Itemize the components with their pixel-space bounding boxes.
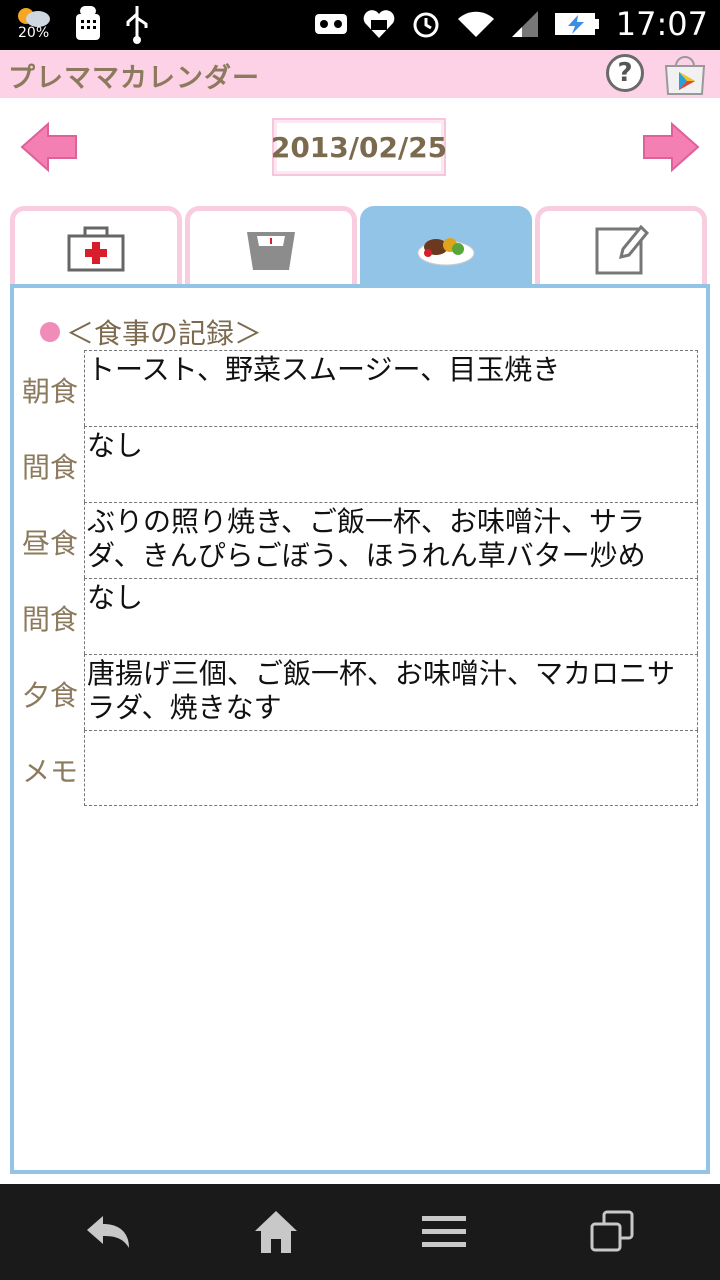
meal-field[interactable]: 唐揚げ三個、ご飯一杯、お味噌汁、マカロニサラダ、焼きなす [84, 654, 698, 730]
food-plate-icon [417, 237, 475, 265]
back-button[interactable] [78, 1206, 138, 1258]
meal-field-text: なし [87, 429, 144, 462]
meal-row-snack-morning: 間食 なし [22, 426, 700, 502]
meal-field[interactable]: トースト、野菜スムージー、目玉焼き [84, 350, 698, 426]
meal-row-lunch: 昼食 ぶりの照り焼き、ご飯一杯、お味噌汁、サラダ、きんぴらごぼう、ほうれん草バタ… [22, 502, 700, 578]
status-clock: 17:07 [615, 5, 708, 43]
wifi-icon [457, 11, 494, 37]
tab-weight[interactable] [185, 206, 357, 286]
home-button[interactable] [246, 1206, 306, 1258]
meal-field[interactable]: なし [84, 426, 698, 502]
row-label: 間食 [22, 603, 79, 636]
row-label: 間食 [22, 451, 79, 484]
previous-day-button[interactable] [20, 120, 80, 174]
status-bar: 20% 17:07 [0, 0, 720, 50]
battery-charging-icon [554, 13, 599, 35]
section-header: ＜食事の記録＞ [40, 312, 262, 352]
meal-field-text: 唐揚げ三個、ご飯一杯、お味噌汁、マカロニサラダ、焼きなす [87, 657, 676, 724]
signal-icon [511, 11, 538, 37]
row-label: 昼食 [22, 527, 79, 560]
tab-memo[interactable] [535, 206, 707, 286]
home-icon [255, 1211, 297, 1253]
help-label: ? [617, 58, 633, 88]
battery-percent: 20% [18, 25, 50, 41]
memo-field[interactable] [84, 730, 698, 806]
row-label: 朝食 [22, 375, 79, 408]
meal-field-text: なし [87, 581, 144, 614]
app-title-bar: プレママカレンダー ? [0, 50, 720, 98]
menu-icon [422, 1216, 466, 1247]
current-date: 2013/02/25 [270, 130, 448, 164]
meal-field[interactable]: なし [84, 578, 698, 654]
app-title: プレママカレンダー [8, 63, 260, 94]
play-store-icon[interactable] [662, 54, 708, 96]
meal-field[interactable]: ぶりの照り焼き、ご飯一杯、お味噌汁、サラダ、きんぴらごぼう、ほうれん草バター炒め [84, 502, 698, 578]
recent-apps-icon [590, 1210, 634, 1252]
meal-row-dinner: 夕食 唐揚げ三個、ご飯一杯、お味噌汁、マカロニサラダ、焼きなす [22, 654, 700, 730]
scale-icon [247, 231, 295, 270]
meal-row-snack-afternoon: 間食 なし [22, 578, 700, 654]
tab-health[interactable] [10, 206, 182, 286]
bullet-dot-icon [40, 322, 60, 342]
meal-row-breakfast: 朝食 トースト、野菜スムージー、目玉焼き [22, 350, 700, 426]
meal-record-panel: ＜食事の記録＞ 朝食 トースト、野菜スムージー、目玉焼き 間食 なし 昼食 ぶり… [10, 284, 710, 1174]
first-aid-icon [67, 226, 125, 271]
usb-icon [126, 6, 148, 44]
android-debug-icon [76, 6, 100, 40]
section-title: ＜食事の記録＞ [66, 317, 263, 350]
back-icon [87, 1216, 129, 1248]
alarm-icon [413, 12, 439, 38]
date-display[interactable]: 2013/02/25 [270, 118, 448, 176]
row-label: 夕食 [22, 679, 79, 712]
heart-mail-icon [363, 10, 395, 39]
meal-field-text: トースト、野菜スムージー、目玉焼き [87, 353, 561, 386]
system-nav-bar [0, 1184, 720, 1280]
next-day-button[interactable] [640, 120, 700, 174]
recent-apps-button[interactable] [582, 1206, 642, 1258]
menu-button[interactable] [414, 1206, 474, 1258]
tab-meal[interactable] [360, 206, 532, 286]
help-button[interactable]: ? [606, 54, 644, 92]
voicemail-icon [314, 14, 347, 34]
meal-row-memo: メモ [22, 730, 700, 806]
notepad-icon [595, 224, 649, 274]
meal-field-text: ぶりの照り焼き、ご飯一杯、お味噌汁、サラダ、きんぴらごぼう、ほうれん草バター炒め [87, 505, 646, 572]
row-label: メモ [22, 755, 79, 788]
